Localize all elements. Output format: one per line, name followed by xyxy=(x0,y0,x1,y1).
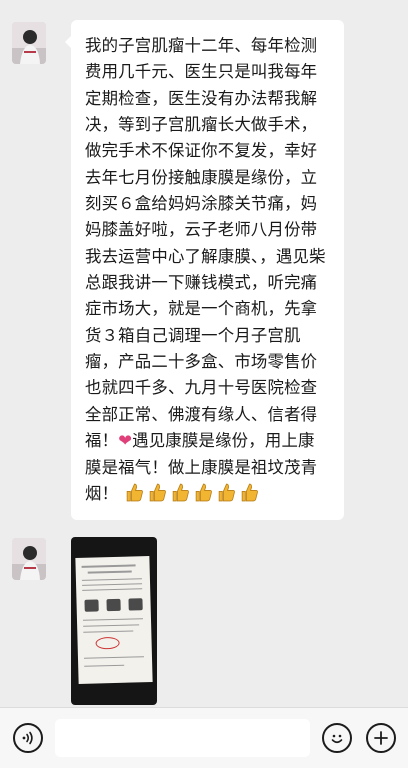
sender-avatar[interactable] xyxy=(12,538,46,580)
message-text: 我的子宫肌瘤十二年、每年检测费用几千元、医生只是叫我每年定期检查，医生没有办法帮… xyxy=(85,36,326,451)
voice-button[interactable] xyxy=(13,723,43,753)
image-message[interactable] xyxy=(71,537,157,705)
voice-icon xyxy=(22,731,33,745)
thumbs-up-icon xyxy=(172,483,190,502)
plus-icon xyxy=(374,731,388,745)
plus-button[interactable] xyxy=(366,723,396,753)
thumbs-up-icon xyxy=(218,483,236,502)
document-photo xyxy=(75,556,153,684)
thumbs-up-icon xyxy=(195,483,213,502)
thumbs-up-emoji-row xyxy=(124,482,260,503)
emoji-button[interactable] xyxy=(322,723,352,753)
chat-input-bar xyxy=(0,707,408,768)
emoji-icon xyxy=(331,734,343,744)
message-bubble[interactable]: 我的子宫肌瘤十二年、每年检测费用几千元、医生只是叫我每年定期检查，医生没有办法帮… xyxy=(65,20,344,521)
thumbs-up-icon xyxy=(241,483,259,502)
heart-emoji: ❤ xyxy=(118,431,133,451)
thumbs-up-icon xyxy=(149,483,167,502)
message-input[interactable] xyxy=(55,719,310,757)
avatar-photo xyxy=(12,538,46,580)
sender-avatar[interactable] xyxy=(12,22,46,64)
avatar-photo xyxy=(12,22,46,64)
thumbs-up-icon xyxy=(126,483,144,502)
